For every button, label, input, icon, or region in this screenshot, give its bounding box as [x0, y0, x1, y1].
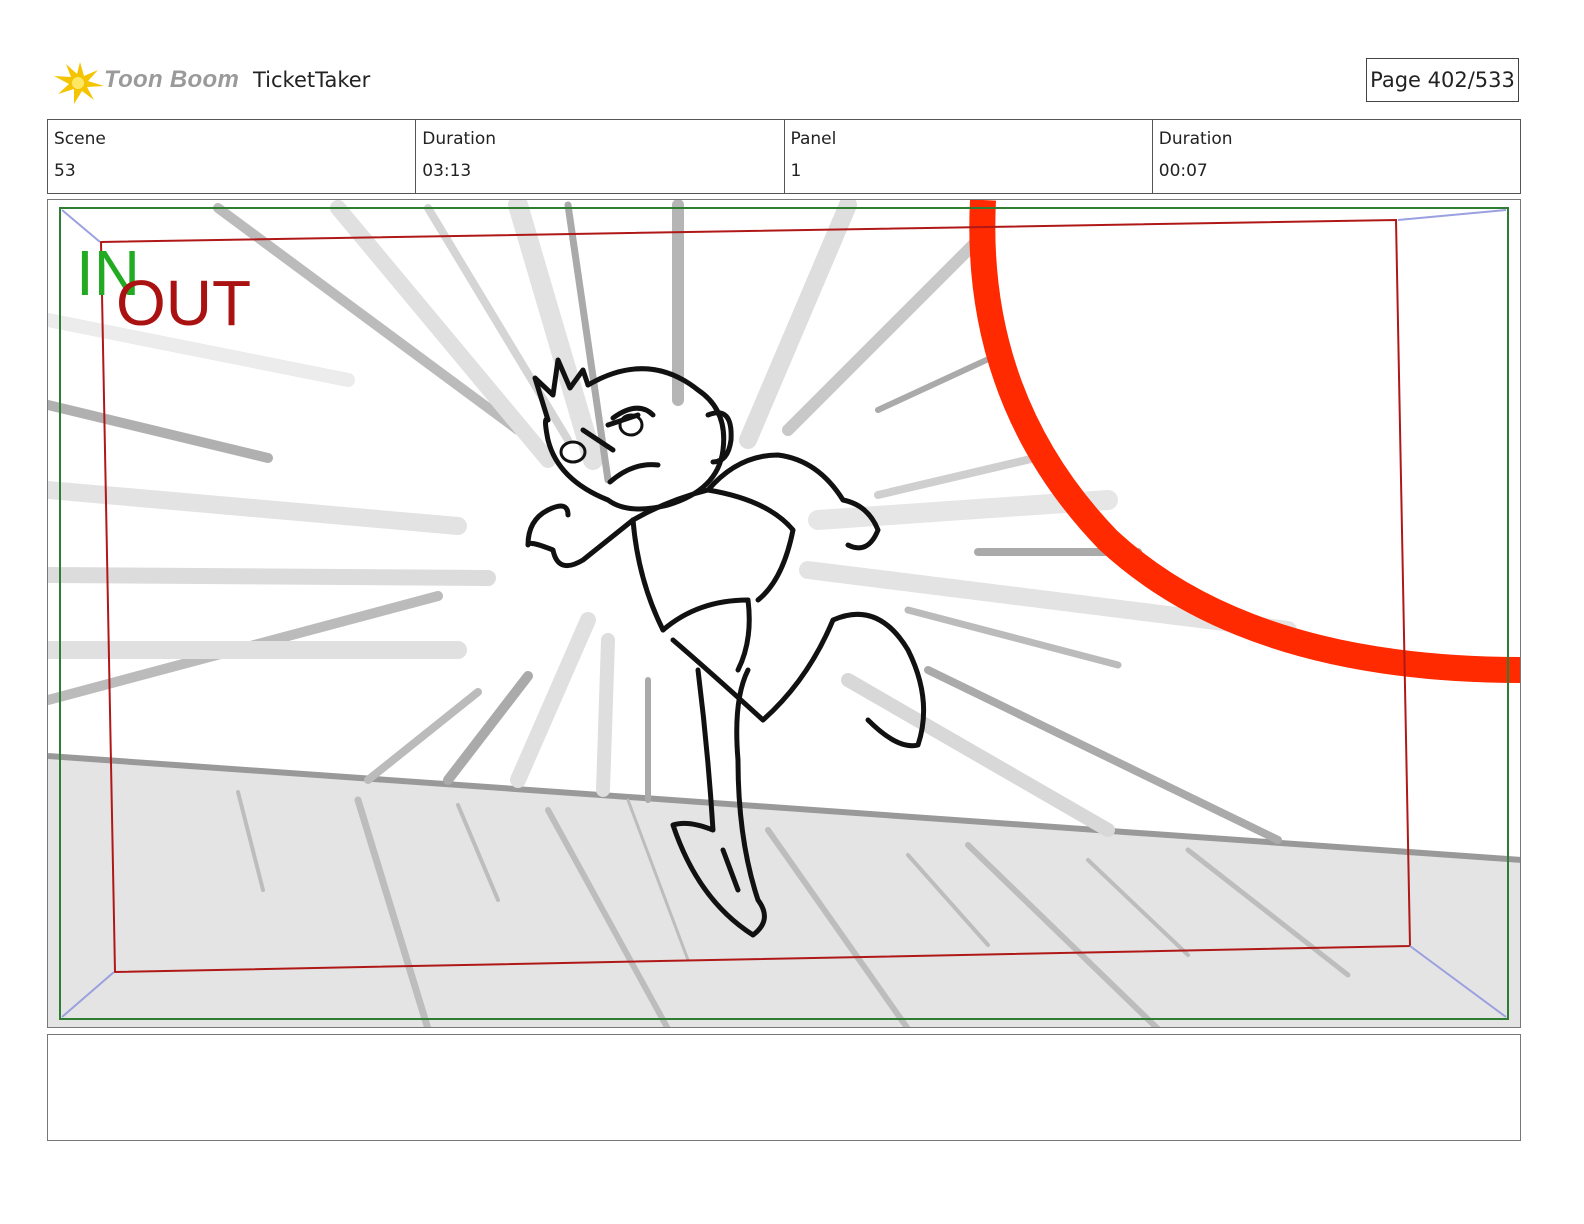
scene-duration-value: 03:13: [422, 161, 472, 181]
scene-duration-cell: Duration 03:13: [416, 120, 785, 193]
panel-info-table: Scene 53 Duration 03:13 Panel 1 Duration…: [47, 119, 1521, 194]
page-number: Page 402/533: [1366, 58, 1519, 102]
scene-value: 53: [54, 161, 76, 181]
panel-duration-value: 00:07: [1158, 161, 1208, 181]
scene-label: Scene: [54, 129, 106, 149]
panel-notes: [47, 1034, 1521, 1141]
panel-label: Panel: [790, 129, 837, 149]
storyboard-panel-image: IN OUT: [47, 199, 1521, 1028]
logo-text: Toon Boom: [104, 66, 240, 93]
panel-value: 1: [790, 161, 802, 181]
panel-drawing: IN OUT: [48, 200, 1520, 1027]
toon-boom-logo: Toon Boom: [50, 56, 240, 106]
starburst-icon: [54, 62, 104, 104]
panel-duration-label: Duration: [1158, 129, 1233, 149]
scene-cell: Scene 53: [48, 120, 417, 193]
panel-duration-cell: Duration 00:07: [1153, 120, 1520, 193]
out-marker: OUT: [116, 267, 251, 339]
page-label: Page 402/533: [1370, 68, 1515, 92]
panel-cell: Panel 1: [785, 120, 1153, 193]
scene-duration-label: Duration: [422, 129, 497, 149]
floor-area: [48, 756, 1520, 1027]
project-name: TicketTaker: [253, 68, 371, 92]
